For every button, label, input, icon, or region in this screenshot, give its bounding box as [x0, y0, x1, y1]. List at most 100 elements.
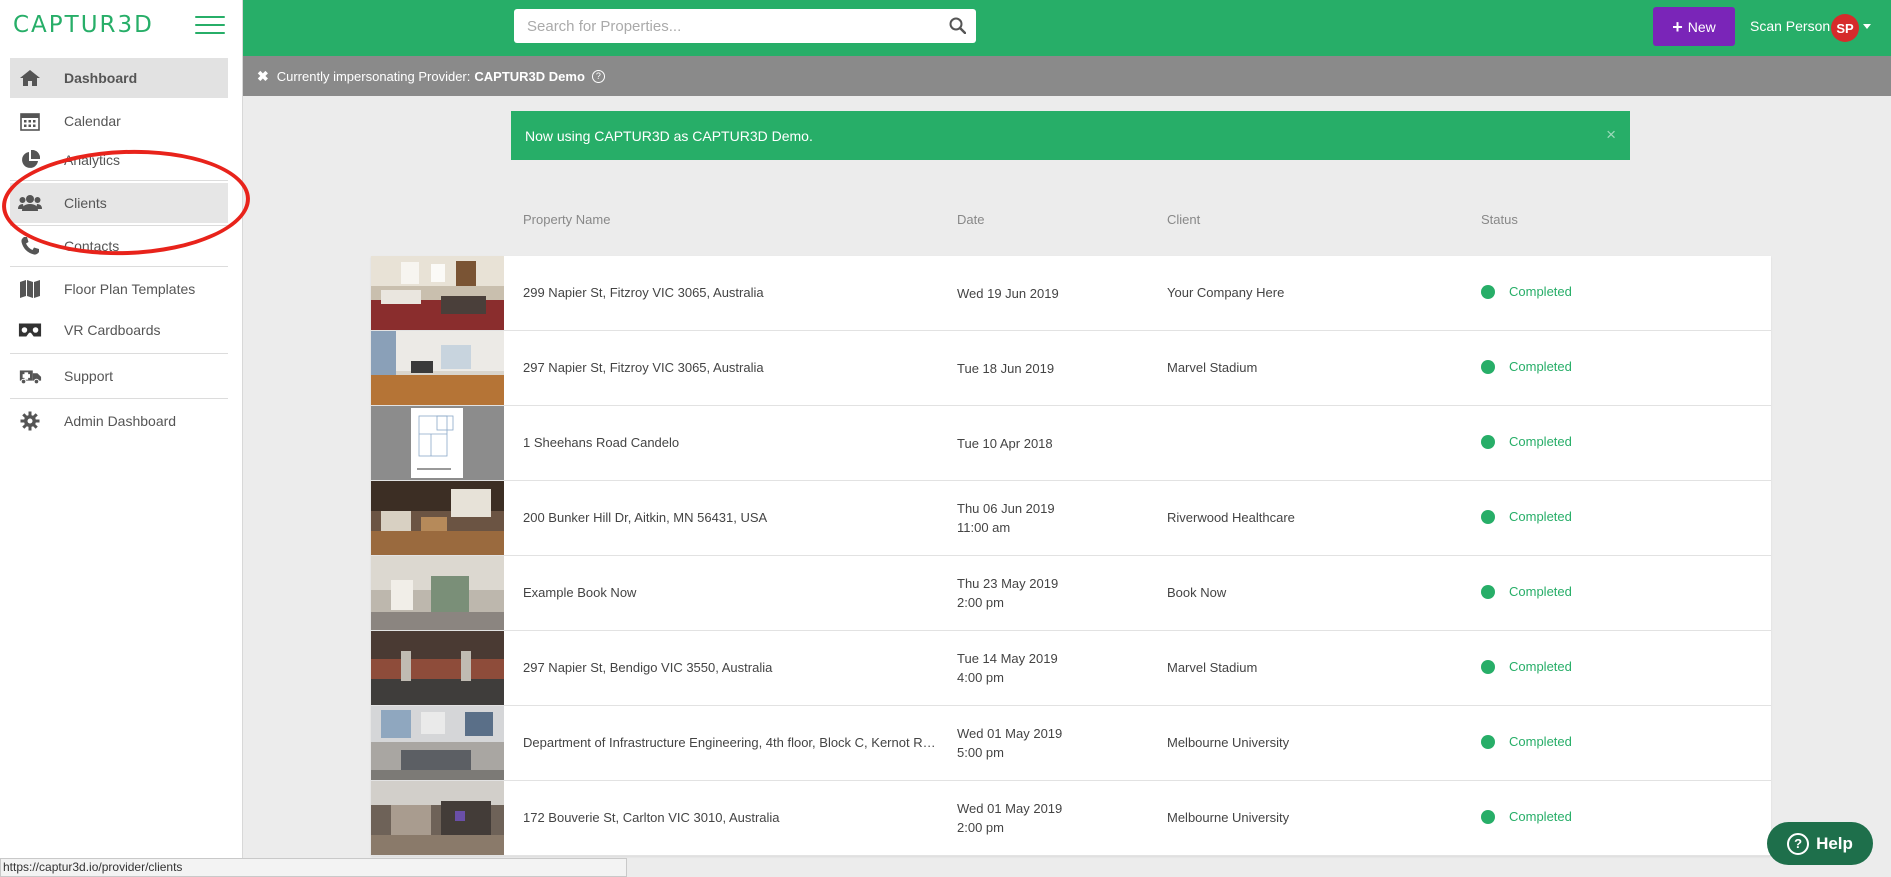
property-name[interactable]: 297 Napier St, Fitzroy VIC 3065, Austral… [523, 360, 938, 375]
property-client: Melbourne University [1167, 810, 1290, 825]
new-button[interactable]: + New [1653, 7, 1735, 46]
sidebar-item-dashboard[interactable]: Dashboard [10, 58, 228, 98]
sidebar-item-support[interactable]: Support [10, 356, 228, 396]
chevron-down-icon[interactable] [1863, 24, 1871, 29]
property-thumbnail [371, 706, 504, 780]
property-date: Tue 18 Jun 2019 [957, 359, 1054, 378]
sidebar-item-label: Admin Dashboard [64, 413, 177, 429]
avatar[interactable]: SP [1831, 14, 1859, 42]
property-name[interactable]: Department of Infrastructure Engineering… [523, 735, 938, 750]
sidebar-item-analytics[interactable]: Analytics [10, 141, 228, 178]
date-text: Thu 06 Jun 2019 [957, 501, 1055, 516]
hamburger-menu-icon[interactable] [195, 16, 225, 38]
date-text: Tue 18 Jun 2019 [957, 361, 1055, 376]
impersonation-text: Currently impersonating Provider: [276, 68, 471, 84]
time-text: 2:00 pm [957, 595, 1004, 610]
property-name[interactable]: 200 Bunker Hill Dr, Aitkin, MN 56431, US… [523, 510, 938, 525]
logo[interactable]: CAPTUR3D [13, 12, 154, 38]
question-icon[interactable]: ? [591, 69, 605, 83]
status-dot-icon [1481, 284, 1495, 299]
status-text: Completed [1509, 509, 1572, 524]
close-icon[interactable]: × [1606, 125, 1616, 145]
gear-icon [18, 409, 42, 433]
status-dot-icon [1481, 584, 1495, 599]
table-row[interactable]: 297 Napier St, Fitzroy VIC 3065, Austral… [371, 331, 1771, 406]
time-text: 11:00 am [957, 520, 1011, 535]
column-header-status[interactable]: Status [1481, 212, 1518, 227]
divider [10, 353, 228, 354]
question-icon: ? [1787, 832, 1810, 855]
property-thumbnail [371, 331, 504, 405]
map-icon [18, 277, 42, 301]
table-row[interactable]: Department of Infrastructure Engineering… [371, 706, 1771, 781]
impersonation-bar: ✖ Currently impersonating Provider: CAPT… [243, 56, 1891, 96]
success-alert: Now using CAPTUR3D as CAPTUR3D Demo. × [511, 111, 1630, 160]
vr-headset-icon [18, 318, 42, 342]
sidebar-item-label: Dashboard [64, 70, 138, 86]
property-thumbnail [371, 556, 504, 630]
column-header-date[interactable]: Date [957, 212, 984, 227]
sidebar-item-calendar[interactable]: Calendar [10, 101, 228, 141]
status-text: Completed [1509, 359, 1572, 374]
status-badge: Completed [1481, 359, 1572, 374]
search-input[interactable] [527, 17, 937, 35]
sidebar-item-admin-dashboard[interactable]: Admin Dashboard [10, 401, 228, 441]
property-name[interactable]: 297 Napier St, Bendigo VIC 3550, Austral… [523, 660, 938, 675]
property-thumbnail [371, 781, 504, 855]
search-icon[interactable] [949, 17, 967, 39]
time-text: 4:00 pm [957, 670, 1004, 685]
property-client: Melbourne University [1167, 735, 1290, 750]
table-row[interactable]: 172 Bouverie St, Carlton VIC 3010, Austr… [371, 781, 1771, 856]
property-client: Your Company Here [1167, 285, 1285, 300]
status-dot-icon [1481, 359, 1495, 374]
property-date: Wed 01 May 2019 2:00 pm [957, 799, 1062, 837]
property-thumbnail [371, 406, 504, 480]
divider [10, 398, 228, 399]
status-text: Completed [1509, 734, 1572, 749]
property-table: 299 Napier St, Fitzroy VIC 3065, Austral… [371, 256, 1771, 856]
property-name[interactable]: Example Book Now [523, 585, 938, 600]
property-thumbnail [371, 256, 504, 330]
table-row[interactable]: 200 Bunker Hill Dr, Aitkin, MN 56431, US… [371, 481, 1771, 556]
property-name[interactable]: 299 Napier St, Fitzroy VIC 3065, Austral… [523, 285, 938, 300]
property-name[interactable]: 1 Sheehans Road Candelo [523, 435, 938, 450]
search-box[interactable] [514, 9, 976, 43]
sidebar-item-clients[interactable]: Clients [10, 183, 228, 223]
sidebar-item-label: Support [64, 368, 114, 384]
property-name[interactable]: 172 Bouverie St, Carlton VIC 3010, Austr… [523, 810, 938, 825]
status-text: Completed [1509, 434, 1572, 449]
table-row[interactable]: Example Book Now Thu 23 May 2019 2:00 pm … [371, 556, 1771, 631]
divider [10, 180, 228, 181]
status-badge: Completed [1481, 509, 1572, 524]
help-label: Help [1816, 833, 1853, 853]
table-header: Property Name Date Client Status [371, 212, 1771, 232]
new-button-label: New [1687, 18, 1716, 35]
date-text: Thu 23 May 2019 [957, 576, 1059, 591]
table-row[interactable]: 1 Sheehans Road Candelo Tue 10 Apr 2018 … [371, 406, 1771, 481]
sidebar-item-label: Contacts [64, 238, 120, 254]
status-dot-icon [1481, 659, 1495, 674]
status-text: Completed [1509, 659, 1572, 674]
sidebar-item-vr-cardboards[interactable]: VR Cardboards [10, 309, 228, 351]
property-date: Thu 23 May 2019 2:00 pm [957, 574, 1058, 612]
status-badge: Completed [1481, 734, 1572, 749]
status-badge: Completed [1481, 659, 1572, 674]
date-text: Wed 01 May 2019 [957, 801, 1063, 816]
column-header-property[interactable]: Property Name [523, 212, 610, 227]
table-row[interactable]: 297 Napier St, Bendigo VIC 3550, Austral… [371, 631, 1771, 706]
sidebar-item-contacts[interactable]: Contacts [10, 228, 228, 264]
table-row[interactable]: 299 Napier St, Fitzroy VIC 3065, Austral… [371, 256, 1771, 331]
property-client: Riverwood Healthcare [1167, 510, 1295, 525]
help-button[interactable]: ? Help [1767, 822, 1873, 865]
status-badge: Completed [1481, 584, 1572, 599]
property-thumbnail [371, 631, 504, 705]
home-icon [18, 66, 42, 90]
status-text: Completed [1509, 284, 1572, 299]
sidebar-item-floor-plan-templates[interactable]: Floor Plan Templates [10, 269, 228, 309]
close-icon[interactable]: ✖ [257, 68, 269, 85]
sidebar-item-label: Calendar [64, 113, 121, 129]
column-header-client[interactable]: Client [1167, 212, 1200, 227]
user-name[interactable]: Scan Person [1750, 18, 1830, 34]
pie-chart-icon [18, 148, 42, 172]
property-date: Tue 10 Apr 2018 [957, 434, 1053, 453]
